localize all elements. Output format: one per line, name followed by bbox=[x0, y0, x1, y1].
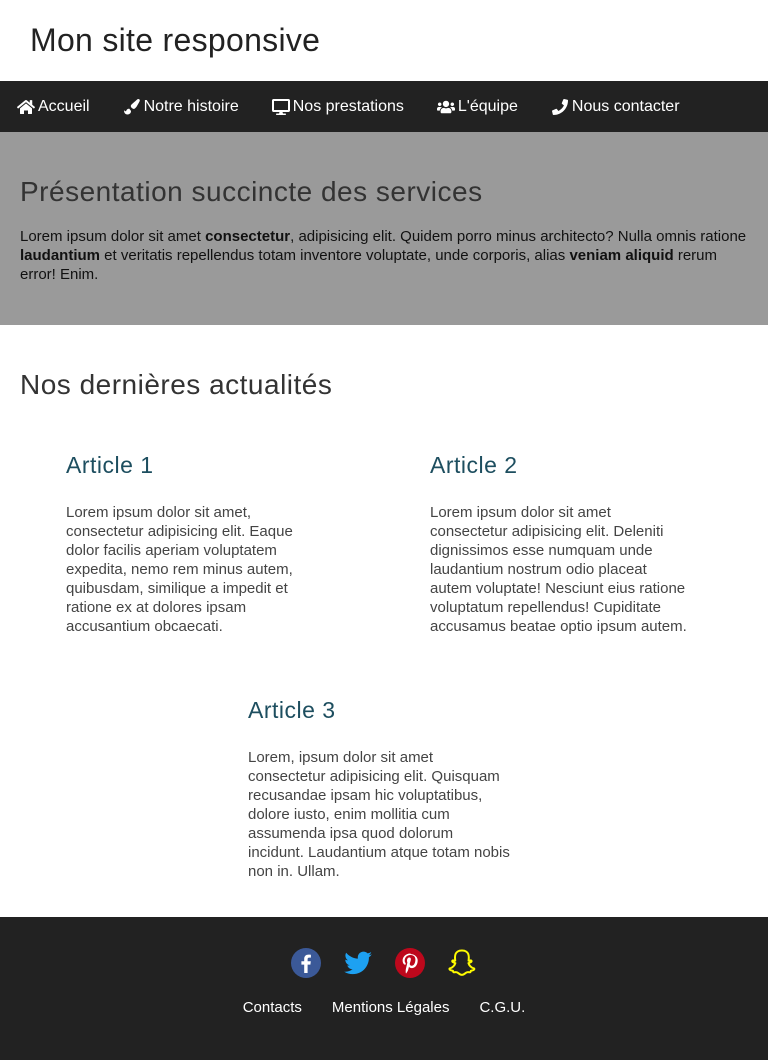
services-section: Présentation succincte des services Lore… bbox=[0, 132, 768, 325]
nav-label: Nos prestations bbox=[292, 97, 404, 115]
phone-icon bbox=[550, 98, 570, 116]
article-card: Article 1 Lorem ipsum dolor sit amet, co… bbox=[66, 452, 328, 636]
snapchat-icon[interactable] bbox=[446, 947, 478, 979]
footer-links: Contacts Mentions Légales C.G.U. bbox=[0, 999, 768, 1016]
site-footer: Contacts Mentions Légales C.G.U. bbox=[0, 917, 768, 1060]
nav-item-accueil[interactable]: Accueil bbox=[16, 98, 90, 116]
footer-link-contacts[interactable]: Contacts bbox=[243, 999, 302, 1016]
main-nav: Accueil Notre histoire Nos prestations L… bbox=[0, 81, 768, 132]
nav-label: L'équipe bbox=[457, 97, 518, 115]
site-title: Mon site responsive bbox=[30, 22, 321, 58]
services-title: Présentation succincte des services bbox=[20, 176, 483, 207]
article-card: Article 2 Lorem ipsum dolor sit amet con… bbox=[430, 452, 692, 636]
bold-text: laudantium bbox=[20, 247, 101, 264]
bold-text: veniam aliquid bbox=[569, 247, 674, 264]
article-text: Lorem ipsum dolor sit amet, consectetur … bbox=[66, 504, 293, 635]
text-part: , adipisicing elit. Quidem porro minus a… bbox=[290, 228, 747, 245]
nav-item-prestations[interactable]: Nos prestations bbox=[271, 98, 404, 116]
nav-label: Notre histoire bbox=[143, 97, 239, 115]
article-text: Lorem, ipsum dolor sit amet consectetur … bbox=[248, 749, 510, 880]
nav-label: Accueil bbox=[38, 97, 90, 115]
nav-item-contact[interactable]: Nous contacter bbox=[550, 98, 680, 116]
users-icon bbox=[436, 98, 456, 116]
text-part: et veritatis repellendus totam inventore… bbox=[100, 247, 570, 264]
article-title[interactable]: Article 3 bbox=[248, 697, 510, 724]
twitter-icon[interactable] bbox=[342, 947, 374, 979]
article-card: Article 3 Lorem, ipsum dolor sit amet co… bbox=[248, 697, 510, 881]
footer-link-mentions[interactable]: Mentions Légales bbox=[332, 999, 450, 1016]
article-title[interactable]: Article 1 bbox=[66, 452, 328, 479]
text-part: Lorem ipsum dolor sit amet bbox=[20, 228, 206, 245]
nav-item-histoire[interactable]: Notre histoire bbox=[122, 98, 239, 116]
news-title: Nos dernières actualités bbox=[20, 369, 333, 400]
article-title[interactable]: Article 2 bbox=[430, 452, 692, 479]
facebook-icon[interactable] bbox=[290, 947, 322, 979]
paintbrush-icon bbox=[122, 98, 142, 116]
bold-text: consectetur bbox=[205, 228, 291, 245]
news-section: Nos dernières actualités Article 1 Lorem… bbox=[0, 325, 768, 917]
social-links bbox=[0, 917, 768, 979]
site-header: Mon site responsive bbox=[0, 0, 768, 81]
nav-label: Nous contacter bbox=[571, 97, 680, 115]
article-text: Lorem ipsum dolor sit amet consectetur a… bbox=[430, 504, 687, 635]
pinterest-icon[interactable] bbox=[394, 947, 426, 979]
desktop-icon bbox=[271, 98, 291, 116]
services-text: Lorem ipsum dolor sit amet consectetur, … bbox=[20, 227, 748, 284]
home-icon bbox=[16, 98, 36, 116]
nav-item-equipe[interactable]: L'équipe bbox=[436, 98, 518, 116]
footer-link-cgu[interactable]: C.G.U. bbox=[479, 999, 525, 1016]
